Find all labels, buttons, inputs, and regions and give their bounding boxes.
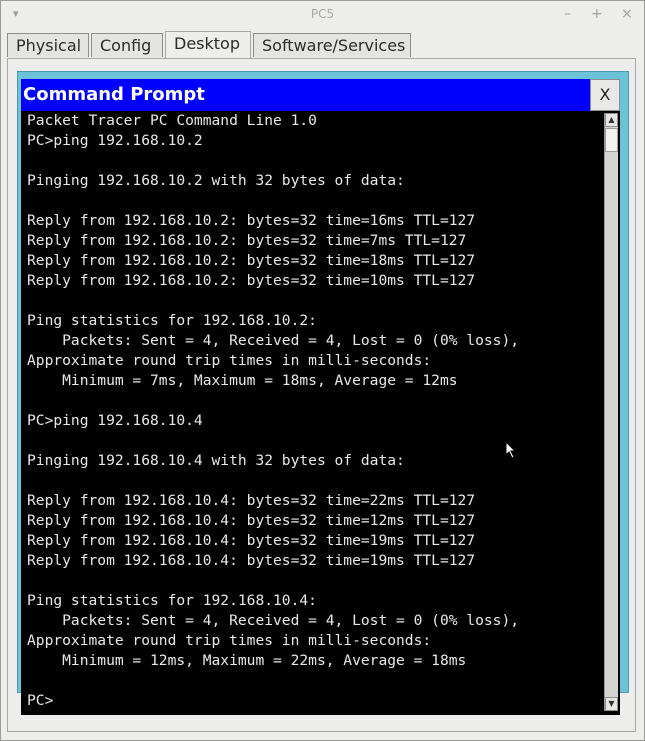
terminal-line: Reply from 192.168.10.2: bytes=32 time=1… [27, 252, 476, 269]
command-prompt-title: Command Prompt [23, 84, 205, 105]
terminal-line: Reply from 192.168.10.2: bytes=32 time=1… [27, 212, 476, 229]
tab-physical[interactable]: Physical [7, 33, 89, 57]
tab-config[interactable]: Config [91, 33, 163, 57]
terminal-line: Packet Tracer PC Command Line 1.0 [27, 112, 317, 129]
terminal-line: Pinging 192.168.10.2 with 32 bytes of da… [27, 172, 405, 189]
terminal-line: PC> [27, 692, 54, 709]
terminal-line: PC>ping 192.168.10.4 [27, 412, 203, 429]
scrollbar-thumb[interactable] [605, 128, 618, 152]
scroll-down-icon[interactable]: ▼ [605, 697, 618, 711]
terminal-line: Reply from 192.168.10.4: bytes=32 time=2… [27, 492, 476, 509]
command-prompt-window: Command Prompt X Packet Tracer PC Comman… [21, 79, 620, 715]
terminal-line: Approximate round trip times in milli-se… [27, 352, 432, 369]
window-title: PC5 [310, 7, 335, 21]
window-titlebar[interactable]: ▾ PC5 – + × [1, 1, 644, 31]
terminal-output[interactable]: Packet Tracer PC Command Line 1.0 PC>ping… [27, 111, 601, 713]
command-prompt-close-button[interactable]: X [590, 79, 620, 111]
terminal-line: Minimum = 12ms, Maximum = 22ms, Average … [27, 652, 467, 669]
terminal-line: Reply from 192.168.10.2: bytes=32 time=7… [27, 232, 467, 249]
terminal-line: Ping statistics for 192.168.10.2: [27, 312, 317, 329]
terminal-line: PC>ping 192.168.10.2 [27, 132, 203, 149]
minimize-icon[interactable]: – [564, 6, 571, 22]
terminal-line: Packets: Sent = 4, Received = 4, Lost = … [27, 612, 520, 629]
close-window-icon[interactable]: × [621, 6, 633, 22]
terminal-line: Packets: Sent = 4, Received = 4, Lost = … [27, 332, 520, 349]
command-prompt-header: Command Prompt X [21, 79, 620, 111]
terminal-line: Approximate round trip times in milli-se… [27, 632, 432, 649]
tab-desktop[interactable]: Desktop [165, 31, 251, 59]
terminal-line: Reply from 192.168.10.4: bytes=32 time=1… [27, 532, 476, 549]
terminal-line: Minimum = 7ms, Maximum = 18ms, Average =… [27, 372, 458, 389]
terminal-line: Ping statistics for 192.168.10.4: [27, 592, 317, 609]
app-window: ▾ PC5 – + × Physical Config Desktop Soft… [0, 0, 645, 741]
maximize-icon[interactable]: + [591, 6, 603, 22]
tab-software-services[interactable]: Software/Services [253, 33, 411, 57]
mouse-pointer-icon [505, 441, 517, 459]
scroll-up-icon[interactable]: ▲ [605, 113, 618, 127]
terminal-scrollbar[interactable]: ▲ ▼ [604, 113, 618, 711]
terminal-line: Reply from 192.168.10.2: bytes=32 time=1… [27, 272, 476, 289]
terminal-line: Reply from 192.168.10.4: bytes=32 time=1… [27, 512, 476, 529]
terminal-line: Reply from 192.168.10.4: bytes=32 time=1… [27, 552, 476, 569]
